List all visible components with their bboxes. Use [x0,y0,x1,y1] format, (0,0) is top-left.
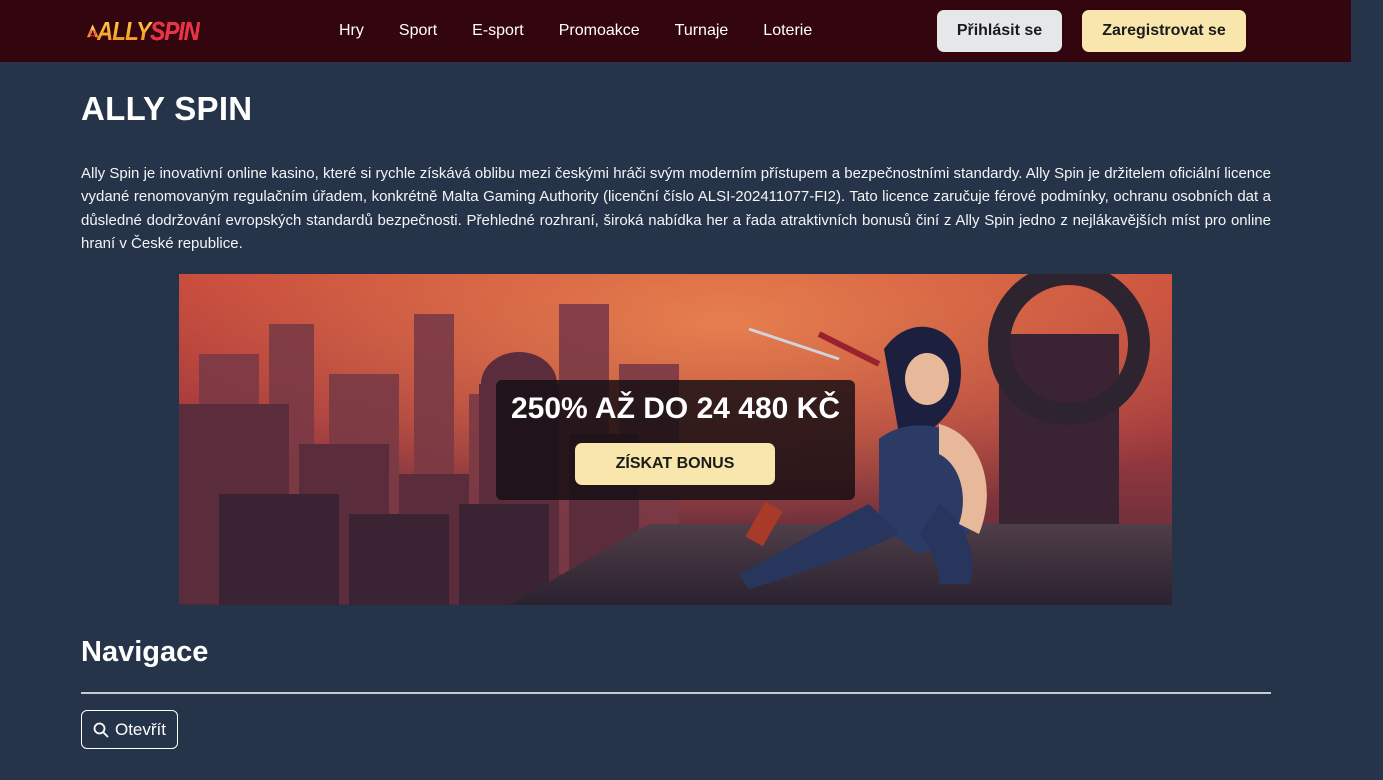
open-navigation-button[interactable]: Otevřít [81,710,178,749]
site-header: ALLYSPIN Hry Sport E-sport Promoakce Tur… [0,0,1351,62]
page-gutter [1351,0,1383,780]
nav-link-hry[interactable]: Hry [339,22,364,40]
logo-wordmark: ALLYSPIN [97,15,201,46]
nav-link-sport[interactable]: Sport [399,22,437,40]
bonus-headline: 250% AŽ DO 24 480 KČ [510,392,841,425]
get-bonus-button[interactable]: ZÍSKAT BONUS [575,443,775,485]
navigation-heading: Navigace [81,636,209,668]
nav-link-turnaje[interactable]: Turnaje [675,22,729,40]
ally-spin-logo[interactable]: ALLYSPIN [86,12,216,50]
bonus-banner[interactable]: 250% AŽ DO 24 480 KČ ZÍSKAT BONUS [179,274,1172,605]
open-navigation-label: Otevřít [114,719,166,739]
page-title: ALLY SPIN [81,90,253,127]
bonus-offer-box: 250% AŽ DO 24 480 KČ ZÍSKAT BONUS [496,380,855,500]
main-nav: Hry Sport E-sport Promoakce Turnaje Lote… [339,0,847,62]
search-icon [93,722,109,737]
nav-link-loterie[interactable]: Loterie [763,22,812,40]
nav-link-esport[interactable]: E-sport [472,22,524,40]
section-divider [81,692,1271,694]
login-button[interactable]: Přihlásit se [937,10,1062,52]
nav-link-promoakce[interactable]: Promoakce [559,22,640,40]
register-button[interactable]: Zaregistrovat se [1082,10,1246,52]
intro-paragraph: Ally Spin je inovativní online kasino, k… [81,165,1271,252]
